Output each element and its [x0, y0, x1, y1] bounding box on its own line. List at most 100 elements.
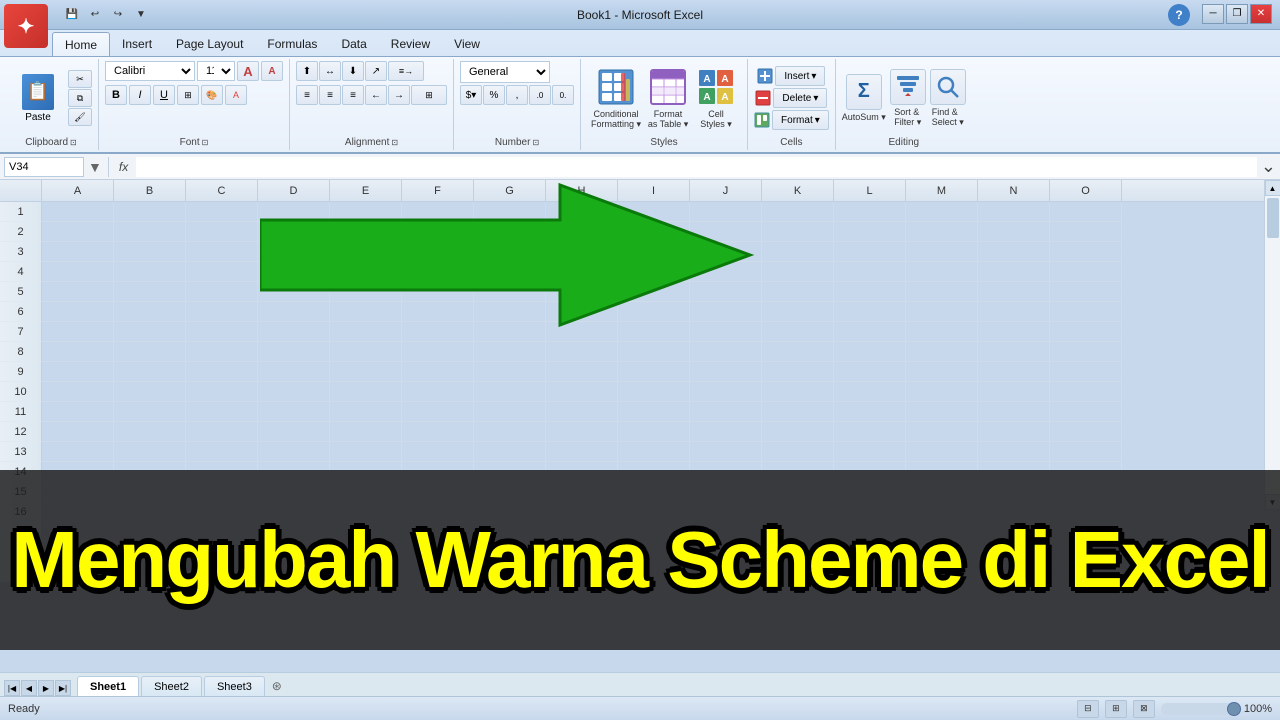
cell-G9[interactable] [474, 362, 546, 382]
cell-M12[interactable] [906, 422, 978, 442]
cell-D10[interactable] [258, 382, 330, 402]
cell-D11[interactable] [258, 402, 330, 422]
cell-K1[interactable] [762, 202, 834, 222]
cell-I10[interactable] [618, 382, 690, 402]
cell-N12[interactable] [978, 422, 1050, 442]
cell-H2[interactable] [546, 222, 618, 242]
cell-C5[interactable] [186, 282, 258, 302]
cell-C11[interactable] [186, 402, 258, 422]
cell-L9[interactable] [834, 362, 906, 382]
cell-N1[interactable] [978, 202, 1050, 222]
cell-C1[interactable] [186, 202, 258, 222]
page-layout-view-btn[interactable]: ⊞ [1105, 700, 1127, 718]
cell-C7[interactable] [186, 322, 258, 342]
cell-B4[interactable] [114, 262, 186, 282]
row-number-10[interactable]: 10 [0, 382, 42, 402]
cell-B9[interactable] [114, 362, 186, 382]
align-bottom-btn[interactable]: ⬇ [342, 61, 364, 81]
cell-E12[interactable] [330, 422, 402, 442]
formula-expand-icon[interactable]: ▼ [88, 159, 102, 175]
cell-L13[interactable] [834, 442, 906, 462]
cell-O8[interactable] [1050, 342, 1122, 362]
tab-home[interactable]: Home [52, 32, 110, 56]
cell-K11[interactable] [762, 402, 834, 422]
increase-decimal-btn[interactable]: .0 [529, 85, 551, 105]
cell-A10[interactable] [42, 382, 114, 402]
restore-button[interactable]: ❐ [1226, 4, 1248, 24]
merge-center-btn[interactable]: ⊞ [411, 85, 447, 105]
cell-M7[interactable] [906, 322, 978, 342]
cell-G6[interactable] [474, 302, 546, 322]
cell-L4[interactable] [834, 262, 906, 282]
cell-C9[interactable] [186, 362, 258, 382]
cell-D4[interactable] [258, 262, 330, 282]
tab-insert[interactable]: Insert [110, 32, 164, 56]
cell-J9[interactable] [690, 362, 762, 382]
bold-button[interactable]: B [105, 85, 127, 105]
cell-L6[interactable] [834, 302, 906, 322]
cell-C8[interactable] [186, 342, 258, 362]
cell-A8[interactable] [42, 342, 114, 362]
cell-B10[interactable] [114, 382, 186, 402]
redo-quickaccess-btn[interactable]: ↪ [108, 5, 128, 25]
col-header-g[interactable]: G [474, 180, 546, 201]
cell-K10[interactable] [762, 382, 834, 402]
cell-K3[interactable] [762, 242, 834, 262]
cell-A2[interactable] [42, 222, 114, 242]
cell-B8[interactable] [114, 342, 186, 362]
cell-L7[interactable] [834, 322, 906, 342]
currency-btn[interactable]: $▾ [460, 85, 482, 105]
cell-reference-input[interactable]: V34 [4, 157, 84, 177]
cell-J3[interactable] [690, 242, 762, 262]
format-painter-button[interactable]: 🖌 [68, 108, 92, 126]
cell-A6[interactable] [42, 302, 114, 322]
font-name-selector[interactable]: Calibri [105, 61, 195, 81]
cell-A4[interactable] [42, 262, 114, 282]
format-button[interactable]: Format ▾ [772, 110, 829, 130]
cell-B6[interactable] [114, 302, 186, 322]
cell-K6[interactable] [762, 302, 834, 322]
cell-F7[interactable] [402, 322, 474, 342]
cell-B12[interactable] [114, 422, 186, 442]
sheet-tab-3[interactable]: Sheet3 [204, 676, 265, 696]
minimize-button[interactable]: ─ [1202, 4, 1224, 24]
cell-B2[interactable] [114, 222, 186, 242]
cell-H10[interactable] [546, 382, 618, 402]
cell-D12[interactable] [258, 422, 330, 442]
cell-C6[interactable] [186, 302, 258, 322]
cell-N4[interactable] [978, 262, 1050, 282]
cell-M11[interactable] [906, 402, 978, 422]
row-number-11[interactable]: 11 [0, 402, 42, 422]
col-header-n[interactable]: N [978, 180, 1050, 201]
cell-F8[interactable] [402, 342, 474, 362]
cell-F4[interactable] [402, 262, 474, 282]
cell-D1[interactable] [258, 202, 330, 222]
format-as-table-button[interactable]: Formatas Table ▾ [647, 66, 689, 130]
cell-A1[interactable] [42, 202, 114, 222]
number-format-selector[interactable]: General [460, 61, 550, 83]
align-middle-btn[interactable]: ↔ [319, 61, 341, 81]
cell-A12[interactable] [42, 422, 114, 442]
cell-F13[interactable] [402, 442, 474, 462]
cell-L1[interactable] [834, 202, 906, 222]
tab-review[interactable]: Review [379, 32, 442, 56]
cell-N7[interactable] [978, 322, 1050, 342]
cell-E3[interactable] [330, 242, 402, 262]
cell-F1[interactable] [402, 202, 474, 222]
cell-O3[interactable] [1050, 242, 1122, 262]
cell-H5[interactable] [546, 282, 618, 302]
cell-I1[interactable] [618, 202, 690, 222]
cell-G4[interactable] [474, 262, 546, 282]
cell-J8[interactable] [690, 342, 762, 362]
cell-D7[interactable] [258, 322, 330, 342]
cell-N5[interactable] [978, 282, 1050, 302]
cell-K2[interactable] [762, 222, 834, 242]
cell-M13[interactable] [906, 442, 978, 462]
cell-J2[interactable] [690, 222, 762, 242]
cell-N9[interactable] [978, 362, 1050, 382]
cell-O7[interactable] [1050, 322, 1122, 342]
clipboard-expand[interactable]: ⊡ [70, 138, 77, 147]
cell-E8[interactable] [330, 342, 402, 362]
cell-O1[interactable] [1050, 202, 1122, 222]
cell-N2[interactable] [978, 222, 1050, 242]
